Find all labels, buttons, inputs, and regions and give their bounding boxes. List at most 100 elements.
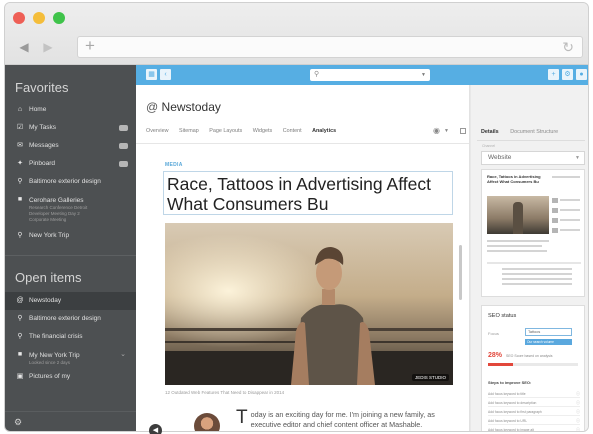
- tab-widgets[interactable]: Widgets: [253, 128, 272, 134]
- seo-step[interactable]: Add focus keyword to first paragraph ⓘ: [488, 408, 580, 416]
- sidebar-item-home[interactable]: ⌂ Home: [5, 101, 136, 119]
- tab-sitemap[interactable]: Sitemap: [179, 128, 199, 134]
- count-badge: [119, 125, 128, 131]
- tabs-divider: [136, 143, 469, 144]
- search-input[interactable]: ⚲ ▼: [310, 69, 430, 81]
- seo-score: 28%: [488, 352, 503, 359]
- sidebar-item-cerohare[interactable]: ■ Cerohare Galleries Research Conference…: [5, 191, 136, 227]
- seo-title: SEO status: [488, 313, 517, 319]
- channel-select[interactable]: Website ▼: [481, 151, 585, 165]
- focus-keyword-input[interactable]: Tattoos: [525, 328, 572, 336]
- reload-icon[interactable]: ↻: [562, 39, 574, 56]
- preview-thumb: [552, 228, 558, 233]
- panel-toggle-icon[interactable]: [460, 128, 466, 134]
- maximize-window-button[interactable]: [53, 12, 65, 24]
- help-icon[interactable]: ⓘ: [576, 426, 580, 431]
- sidebar-item-label: Home: [29, 106, 47, 113]
- sidebar-item-pinboard[interactable]: ✦ Pinboard: [5, 155, 136, 173]
- scrollbar[interactable]: [459, 245, 462, 300]
- details-panel: Details Document Structure Channel Websi…: [471, 85, 588, 431]
- seo-step[interactable]: Add focus keyword to description ⓘ: [488, 399, 580, 407]
- settings-icon[interactable]: ⚙: [14, 417, 22, 428]
- seo-step[interactable]: Add focus keyword to title ⓘ: [488, 390, 580, 398]
- user-icon[interactable]: ●: [576, 69, 587, 80]
- home-icon: ⌂: [17, 106, 23, 113]
- hero-image[interactable]: JEDIS STUDIO: [165, 223, 453, 385]
- sidebar-item-my-new-york-trip[interactable]: ■ My New York Trip Looked since 2 days ⌄: [5, 346, 136, 368]
- at-icon: @: [146, 100, 159, 114]
- close-window-button[interactable]: [13, 12, 25, 24]
- tab-details[interactable]: Details: [481, 129, 499, 135]
- document-icon: ■: [17, 196, 23, 203]
- chevron-down-icon[interactable]: ⌄: [120, 350, 126, 360]
- main-content: @ Newstoday Overview Sitemap Page Layout…: [136, 85, 470, 431]
- help-icon[interactable]: ⓘ: [576, 399, 580, 407]
- drop-cap: T: [236, 407, 248, 428]
- sidebar-item-financial-crisis[interactable]: ⚲ The financial crisis: [5, 328, 136, 346]
- seo-focus-label: Focus: [488, 331, 499, 336]
- image-credit: JEDIS STUDIO: [411, 374, 449, 381]
- tab-document-structure[interactable]: Document Structure: [510, 129, 558, 135]
- sidebar-item-baltimore-open[interactable]: ⚲ Baltimore exterior design: [5, 310, 136, 328]
- browser-window: ◀ ▶ + ↻ Favorites ⌂ Home ☑ My Tasks ✉ Me…: [4, 2, 589, 432]
- article-body[interactable]: T oday is an exciting day for me. I'm jo…: [236, 407, 451, 430]
- search-icon: ⚲: [314, 71, 320, 78]
- panel-tabs: Details Document Structure: [481, 129, 558, 135]
- chevron-down-icon[interactable]: ▼: [421, 69, 426, 81]
- address-bar[interactable]: + ↻: [77, 36, 583, 58]
- plus-icon[interactable]: +: [85, 36, 95, 56]
- seo-progress-fill: [488, 363, 514, 366]
- eye-icon[interactable]: ◉: [433, 126, 440, 135]
- hero-photo: [165, 223, 453, 385]
- seo-step-label: Add focus keyword to title: [488, 392, 526, 396]
- preview-line: [502, 268, 572, 270]
- chevron-down-icon: ▼: [575, 155, 580, 161]
- seo-step[interactable]: Add focus keyword to URL ⓘ: [488, 417, 580, 425]
- tab-page-layouts[interactable]: Page Layouts: [209, 128, 242, 134]
- tab-analytics[interactable]: Analytics: [312, 128, 336, 134]
- back-icon[interactable]: ‹: [160, 69, 171, 80]
- article-body-text: oday is an exciting day for me. I'm join…: [250, 410, 435, 429]
- page-title: @ Newstoday: [146, 100, 221, 114]
- add-icon[interactable]: +: [548, 69, 559, 80]
- headline-editor[interactable]: Race, Tattoos in Advertising Affect What…: [163, 171, 453, 215]
- sidebar-item-label: Pictures of my: [29, 373, 71, 380]
- minimize-window-button[interactable]: [33, 12, 45, 24]
- author-avatar[interactable]: [194, 413, 220, 431]
- preview-line: [502, 273, 572, 275]
- sidebar-item-new-york-trip[interactable]: ⚲ New York Trip: [5, 227, 136, 245]
- sidebar-item-label: Cerohare Galleries: [29, 197, 84, 204]
- seo-score-text: SEO Score based on analysis: [506, 354, 553, 358]
- settings-icon[interactable]: ⚙: [562, 69, 573, 80]
- help-icon[interactable]: ⓘ: [576, 390, 580, 398]
- search-icon: ⚲: [17, 178, 23, 185]
- focus-keyword-chip[interactable]: Our search volume: [525, 339, 572, 345]
- seo-steps-title: Steps to improve SEO:: [488, 380, 532, 385]
- sidebar-item-pictures[interactable]: ▣ Pictures of my: [5, 368, 136, 386]
- help-icon[interactable]: ⓘ: [576, 408, 580, 416]
- help-icon[interactable]: ⓘ: [576, 417, 580, 425]
- image-caption: 12 Outdated Web Features That Need to Di…: [165, 390, 285, 395]
- preview-line: [487, 240, 549, 242]
- arrow-left-icon[interactable]: ◀: [13, 37, 35, 57]
- sidebar-item-label: Baltimore exterior design: [29, 178, 101, 185]
- sidebar-item-newstoday[interactable]: @ Newstoday: [5, 292, 136, 310]
- tab-content[interactable]: Content: [283, 128, 302, 134]
- sidebar-item-baltimore[interactable]: ⚲ Baltimore exterior design: [5, 173, 136, 191]
- seo-step[interactable]: Add focus keyword to image alt ⓘ: [488, 426, 580, 431]
- seo-status-card: SEO status Focus Tattoos Our search volu…: [481, 305, 585, 431]
- sidebar-item-label: Baltimore exterior design: [29, 315, 101, 322]
- preview-line: [560, 229, 580, 231]
- chevron-down-icon[interactable]: ▼: [444, 128, 449, 134]
- page-preview[interactable]: Race, Tattoos in Advertising Affect What…: [481, 169, 585, 297]
- arrow-right-icon[interactable]: ▶: [37, 37, 59, 57]
- sidebar-item-messages[interactable]: ✉ Messages: [5, 137, 136, 155]
- tab-overview[interactable]: Overview: [146, 128, 168, 134]
- sidebar-footer: ⚙: [5, 411, 136, 431]
- layout-icon[interactable]: ▦: [146, 69, 157, 80]
- preview-line: [560, 199, 580, 201]
- search-icon: ⚲: [17, 333, 23, 340]
- back-fab-button[interactable]: ◀: [149, 424, 162, 434]
- sidebar-item-my-tasks[interactable]: ☑ My Tasks: [5, 119, 136, 137]
- sidebar-item-label: New York Trip: [29, 232, 70, 239]
